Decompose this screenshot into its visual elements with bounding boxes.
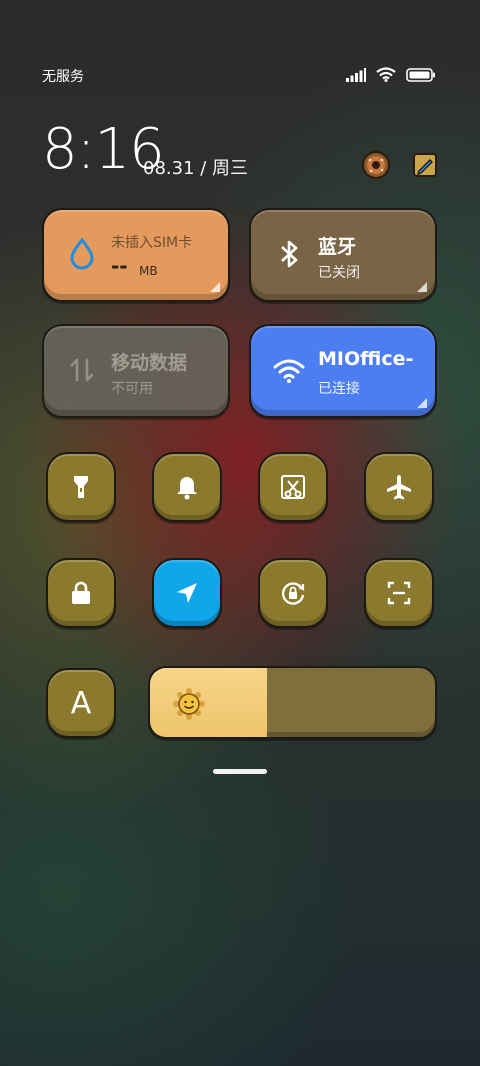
sun-icon (173, 688, 205, 720)
edit-icon[interactable] (410, 150, 440, 180)
flashlight-icon (74, 476, 88, 498)
brightness-slider[interactable] (148, 666, 437, 739)
lock-screen-toggle[interactable] (46, 558, 116, 628)
wifi-tile[interactable]: MIOffice- 已连接 (249, 324, 437, 418)
mobile-data-title: 移动数据 (111, 352, 188, 374)
bluetooth-tile[interactable]: 蓝牙 已关闭 (249, 208, 437, 302)
wifi-icon (376, 67, 396, 82)
water-drop-icon (70, 237, 94, 270)
brightness-slider-fill (150, 668, 267, 737)
wifi-title: MIOffice- (318, 348, 414, 370)
screenshot-toggle[interactable] (258, 452, 328, 522)
bell-icon (177, 477, 197, 500)
signal-icon (346, 67, 366, 82)
location-arrow-icon (177, 583, 197, 603)
auto-rotate-toggle[interactable] (258, 558, 328, 628)
battery-icon (406, 67, 435, 82)
wifi-status: 已连接 (318, 381, 360, 397)
flashlight-toggle[interactable] (46, 452, 116, 522)
clock-date: 08.31 / 周三 (143, 158, 249, 179)
airplane-icon (387, 475, 411, 500)
scan-icon (387, 581, 411, 605)
carrier-status: 无服务 (42, 69, 84, 85)
mobile-data-tile[interactable]: 移动数据 不可用 (42, 324, 230, 418)
notification-toggle[interactable] (152, 452, 222, 522)
settings-donut-icon[interactable] (361, 150, 391, 180)
scissors-screenshot-icon (281, 475, 305, 499)
tile-corner-mark (417, 282, 427, 292)
airplane-mode-toggle[interactable] (364, 452, 434, 522)
lock-icon (72, 581, 90, 604)
wifi-icon (273, 359, 305, 383)
bluetooth-title: 蓝牙 (318, 236, 357, 258)
scanner-toggle[interactable] (364, 558, 434, 628)
mobile-data-status: 不可用 (111, 381, 153, 397)
auto-brightness-button[interactable]: A (46, 668, 116, 738)
status-icons (346, 67, 436, 82)
tile-corner-mark (417, 398, 427, 408)
home-indicator[interactable] (213, 769, 267, 774)
bluetooth-icon (281, 240, 298, 268)
location-toggle[interactable] (152, 558, 222, 628)
data-usage-title: 未插入SIM卡 (111, 235, 193, 251)
auto-brightness-label: A (70, 685, 92, 721)
data-usage-value: -- (111, 254, 128, 278)
bluetooth-status: 已关闭 (318, 265, 360, 281)
data-usage-tile[interactable]: 未插入SIM卡 -- MB (42, 208, 230, 302)
data-transfer-icon (70, 358, 94, 382)
data-usage-unit: MB (139, 264, 158, 278)
tile-corner-mark (210, 282, 220, 292)
rotation-lock-icon (281, 582, 305, 605)
